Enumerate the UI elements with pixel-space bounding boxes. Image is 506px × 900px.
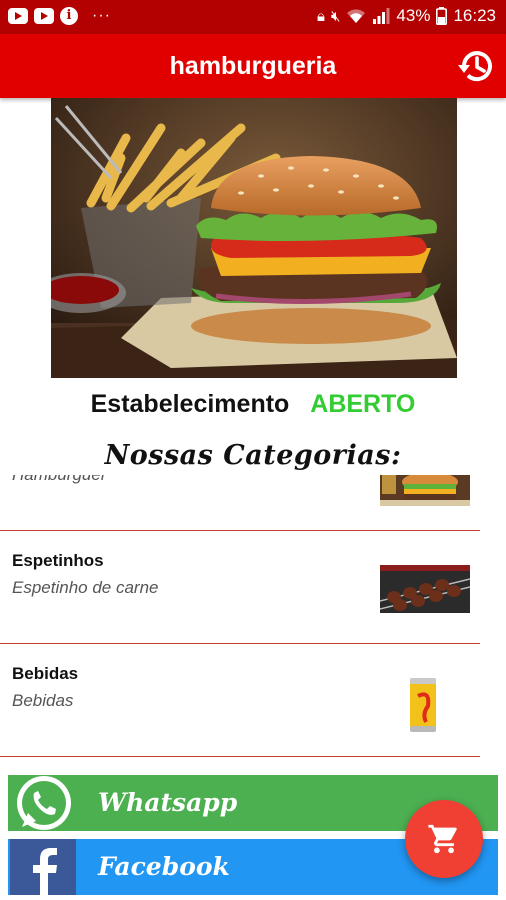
facebook-label: Facebook	[98, 852, 230, 881]
clock: 16:23	[453, 6, 496, 25]
list-item[interactable]: Espetinhos Espetinho de carne	[0, 531, 506, 644]
establishment-label: Estabelecimento	[90, 390, 290, 418]
mute-icon: 🔇︎	[330, 7, 341, 25]
establishment-status-value: ABERTO	[310, 390, 416, 418]
burger-thumb	[380, 475, 470, 506]
cart-button[interactable]	[405, 800, 483, 878]
more-notifications: ···	[92, 7, 111, 24]
whatsapp-icon	[17, 776, 71, 830]
youtube-icon	[34, 8, 54, 24]
battery-percent: 43%	[396, 6, 431, 25]
categories-title: Nossas Categorias:	[104, 440, 402, 471]
can-thumb	[410, 678, 436, 732]
skewer-thumb	[380, 565, 470, 613]
establishment-status: Estabelecimento ABERTO	[0, 390, 506, 419]
cart-icon	[428, 824, 457, 854]
history-icon	[458, 51, 492, 82]
whatsapp-label: Whatsapp	[98, 788, 238, 817]
list-item-subtitle: Bebidas	[12, 691, 74, 710]
list-item[interactable]: Hamburguer	[0, 475, 506, 531]
signal-icon	[373, 8, 390, 24]
hero-image	[51, 98, 457, 378]
list-item-title: Espetinhos	[12, 551, 104, 570]
battery-icon	[436, 7, 448, 25]
info-icon: i	[60, 7, 78, 25]
facebook-icon	[10, 839, 76, 895]
youtube-icon	[8, 8, 28, 24]
list-item[interactable]: Bebidas Bebidas	[0, 644, 506, 757]
divider	[0, 756, 480, 757]
list-item-title: Bebidas	[12, 664, 79, 683]
wifi-icon	[347, 9, 366, 23]
category-list[interactable]: Hamburguer Espetinhos Espetinho de carne	[0, 475, 506, 772]
list-item-subtitle: Espetinho de carne	[12, 578, 159, 597]
app-bar: hamburgueria	[0, 34, 506, 98]
list-item-subtitle: Hamburguer	[12, 475, 107, 485]
app-title: hamburgueria	[169, 52, 337, 80]
history-button[interactable]	[456, 46, 496, 86]
status-bar: i ··· 🔒︎ 🔇︎ 43% 16:23	[0, 0, 506, 34]
lock-icon: 🔒︎	[316, 7, 325, 25]
